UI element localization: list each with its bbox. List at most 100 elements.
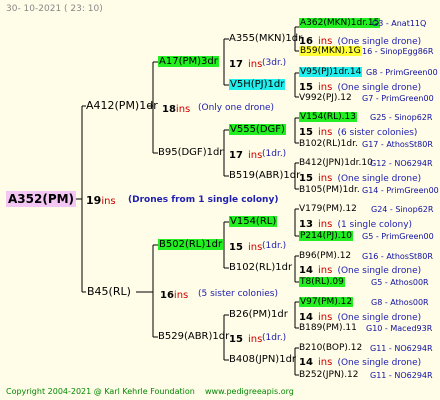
g4-10-name: B96(PM).12 (299, 251, 352, 261)
g1-1-ins-value: 16 (160, 290, 174, 301)
g4-15-name: B252(JPN).12 (299, 370, 359, 380)
g3-7-ins-value: 14 (299, 357, 313, 368)
g4-7-name: B105(PM)1dr. (299, 185, 360, 195)
g4-1-name: B59(MKN).1G (299, 45, 362, 57)
g4-13-code: G10 - Maced93R (366, 324, 433, 333)
g3-7-ins-label: ins (318, 357, 333, 368)
g3-4-inbreeding: 13 ins (1 single colony) (299, 216, 412, 231)
g4-2-code: G8 - PrimGreen00 (366, 68, 438, 77)
g3-3-inbreeding: 15 ins (One single drone) (299, 170, 421, 185)
g1-1-ins-label: ins (173, 290, 189, 301)
g1-0-name: A412(PM)1dr (86, 99, 158, 112)
root-inbreeding: 19ins (86, 193, 116, 208)
g3-7-note: (One single drone) (337, 358, 422, 368)
g2-0-ins-value: 17 (229, 59, 243, 70)
g3-1-name: V5H(PJ)1dr (229, 79, 286, 91)
g2-3-name: B529(ABR)1dr (158, 331, 230, 342)
g3-4-note: (1 single colony) (337, 220, 413, 230)
g4-7-code: G14 - PrimGreen00 (362, 186, 439, 195)
root-ins-value: 19 (86, 194, 102, 207)
g4-9-name: P214(PJ).10 (299, 230, 354, 242)
g2-2-ins-label: ins (248, 242, 263, 253)
g4-2-name-text: V95(PJ)1dr.14 (299, 67, 363, 77)
pedigree-chart: 30- 10-2021 ( 23: 10) A352(PM) 19ins (Dr… (0, 0, 440, 400)
g4-12-name-text: V97(PM).12 (299, 297, 354, 307)
g3-3-ins-value: 15 (299, 173, 313, 184)
g2-3-ins-label: ins (248, 334, 263, 345)
g1-0-note: (Only one drone) (198, 103, 275, 113)
g3-5-note: (One single drone) (337, 266, 422, 276)
g3-3-note: (One single drone) (337, 174, 422, 184)
g2-0-ins-label: ins (248, 59, 263, 70)
g4-0-code: G3 - Anat11Q (372, 19, 427, 28)
g3-5-ins-value: 14 (299, 265, 313, 276)
g2-1-note: (1dr.) (262, 149, 287, 159)
g2-1-ins-value: 17 (229, 150, 243, 161)
g2-2-name: B502(RL)1dr (158, 239, 224, 251)
g4-11-name: T8(RL).09 (299, 276, 345, 288)
g3-5-ins-label: ins (318, 265, 333, 276)
g4-14-code: G11 - NO6294R (370, 344, 433, 353)
g4-14-name: B210(BOP).12 (299, 343, 363, 353)
g3-6-name: B26(PM)1dr (229, 309, 288, 320)
g4-6-name: B412(JPN)1dr.10 (299, 158, 373, 168)
root-ins-label: ins (101, 196, 116, 207)
g4-6-code: G12 - NO6294R (370, 159, 433, 168)
g2-1-name: B95(DGF)1dr (158, 147, 224, 158)
g3-2-note: (6 sister colonies) (337, 128, 418, 138)
g2-1-ins-label: ins (248, 150, 263, 161)
g3-1-name-text: V5H(PJ)1dr (229, 79, 286, 90)
g1-1-note: (5 sister colonies) (198, 289, 279, 299)
g3-4-ins-value: 13 (299, 219, 313, 230)
g2-2-note: (1dr.) (262, 241, 287, 251)
g2-3-ins-value: 15 (229, 334, 243, 345)
footer-copyright: Copyright 2004-2021 @ Karl Kehrle Founda… (6, 387, 195, 396)
g2-2-name-text: B502(RL)1dr (158, 239, 224, 250)
g4-15-code: G11 - NO6294R (370, 371, 433, 380)
g2-2-ins-value: 15 (229, 242, 243, 253)
g3-0-name: A355(MKN)1dr (229, 33, 303, 44)
g4-10-code: G16 - AthosSt80R (362, 252, 433, 261)
g4-4-code: G25 - Sinop62R (370, 113, 433, 122)
g3-2-name-text: V555(DGF) (229, 124, 286, 135)
root-note: (Drones from 1 single colony) (128, 195, 279, 205)
g3-4-name-text: V154(RL) (229, 216, 278, 227)
g4-0-name-text: A362(MKN)1dr.15 (299, 18, 381, 28)
g1-0-inbreeding: 18ins (162, 101, 190, 116)
g3-2-inbreeding: 15 ins (6 sister colonies) (299, 124, 417, 139)
g4-5-name: B102(RL)1dr. (299, 139, 358, 149)
g1-0-ins-value: 18 (162, 104, 176, 115)
g3-4-ins-label: ins (318, 219, 333, 230)
g4-3-code: G7 - PrimGreen00 (362, 94, 434, 103)
g4-12-name: V97(PM).12 (299, 296, 354, 308)
g4-13-name: B189(PM).11 (299, 323, 357, 333)
g3-7-inbreeding: 14 ins (One single drone) (299, 354, 421, 369)
g4-4-name-text: V154(RL).13 (299, 112, 357, 122)
g2-2-inbreeding: 15 ins (229, 239, 262, 254)
g4-2-name: V95(PJ)1dr.14 (299, 66, 363, 78)
g2-0-note: (3dr.) (262, 58, 287, 68)
g4-11-name-text: T8(RL).09 (299, 277, 345, 287)
g4-3-name: V992(PJ).12 (299, 93, 352, 103)
g3-2-name: V555(DGF) (229, 124, 286, 136)
g1-0-ins-label: ins (175, 104, 191, 115)
g4-8-name: V179(PM).12 (299, 204, 357, 214)
footer-site: www.pedigreeapis.org (205, 387, 294, 396)
g3-7-name: B408(JPN)1dr (229, 354, 297, 365)
g2-3-inbreeding: 15 ins (229, 331, 262, 346)
g2-1-inbreeding: 17 ins (229, 147, 262, 162)
g4-11-code: G5 - Athos00R (371, 278, 429, 287)
g1-1-name: B45(RL) (87, 285, 131, 298)
g1-1-inbreeding: 16ins (160, 287, 188, 302)
g3-3-ins-label: ins (318, 173, 333, 184)
g4-1-code: 16 - SinopEgg86R (362, 47, 434, 56)
g4-12-code: G8 - Athos00R (371, 298, 429, 307)
g3-3-name: B519(ABR)1dr (229, 170, 301, 181)
g3-4-name: V154(RL) (229, 216, 278, 228)
g4-9-code: G5 - PrimGreen00 (362, 232, 434, 241)
g4-8-code: G24 - Sinop62R (371, 205, 434, 214)
g2-0-name-text: A17(PM)3dr (158, 56, 219, 67)
g3-2-ins-value: 15 (299, 127, 313, 138)
header-date: 30- 10-2021 ( 23: 10) (6, 4, 103, 14)
g2-0-name: A17(PM)3dr (158, 56, 219, 68)
